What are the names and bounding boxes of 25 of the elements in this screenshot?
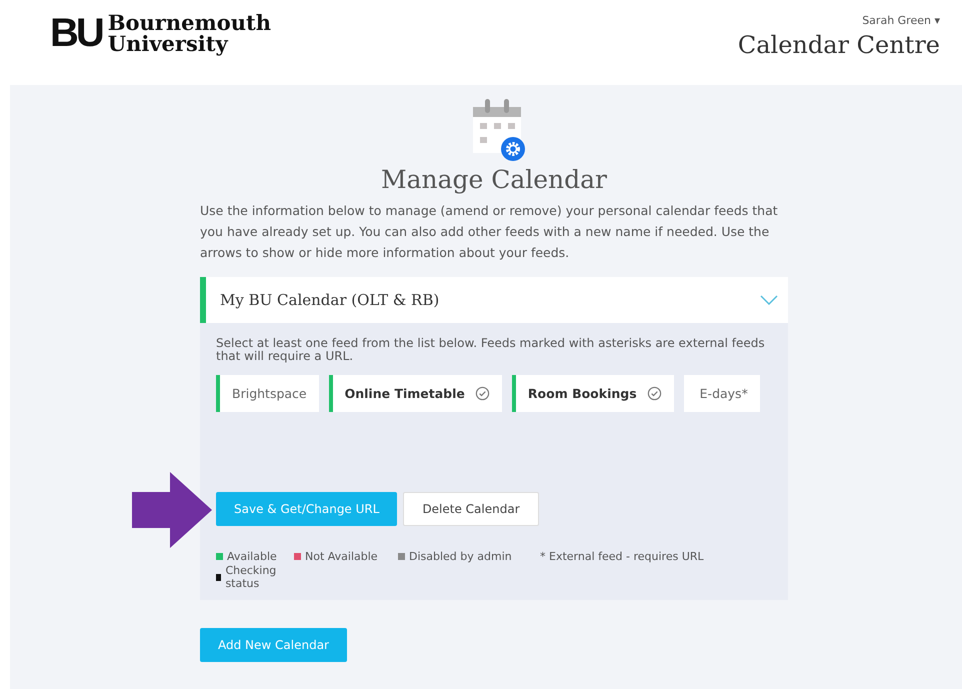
- user-menu[interactable]: Sarah Green ▾: [862, 14, 940, 27]
- feed-option[interactable]: E-days*: [684, 375, 760, 412]
- calendar-header[interactable]: My BU Calendar (OLT & RB): [200, 277, 788, 323]
- calendar-settings-icon: [473, 99, 525, 161]
- legend-item: Disabled by admin: [398, 550, 540, 563]
- logo-text: Bournemouth: [108, 12, 271, 33]
- intro-text: Use the information below to manage (amend or remove) your personal calendar feeds that you have already set up. You can also add other feeds with a new name if needed. Use the arrows to show or hide more information about your feeds.: [200, 202, 779, 262]
- feed-option[interactable]: Room Bookings: [512, 375, 674, 412]
- legend-item: Available: [216, 550, 294, 563]
- check-icon: [646, 386, 662, 401]
- check-icon: [474, 386, 490, 401]
- feed-option[interactable]: Online Timetable: [328, 375, 502, 412]
- delete-button[interactable]: Delete Calendar: [403, 492, 539, 526]
- legend-item: Checking status: [216, 564, 294, 590]
- feed-option[interactable]: Brightspace: [216, 375, 319, 412]
- arrow-icon: [132, 472, 212, 548]
- legend-item: Not Available: [294, 550, 398, 563]
- logo-mark: BU: [50, 13, 102, 53]
- calendar-name: My BU Calendar (OLT & RB): [220, 291, 440, 309]
- app-title: Calendar Centre: [738, 31, 940, 59]
- logo-text: University: [108, 33, 230, 54]
- chevron-down-icon[interactable]: [760, 295, 778, 305]
- hint-text: Select at least one feed from the list below. Feeds marked with asterisks are external feeds that will require a URL.: [216, 337, 766, 363]
- legend-item: * External feed - requires URL: [540, 550, 705, 563]
- page-title: Manage Calendar: [380, 165, 608, 194]
